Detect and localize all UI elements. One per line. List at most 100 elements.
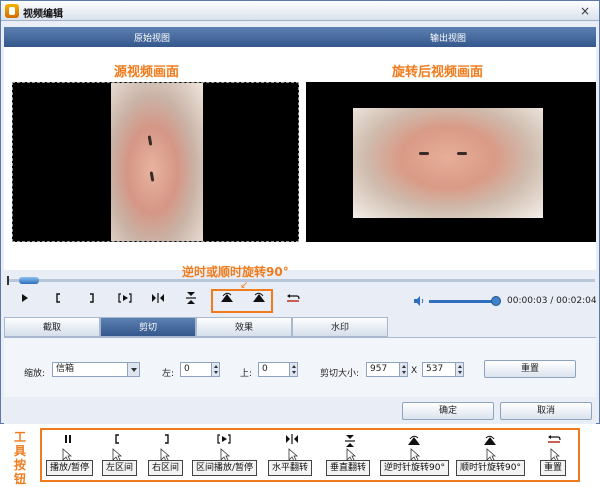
rotate-ccw-button[interactable] [217,291,237,311]
left-offset-spinner[interactable] [211,363,219,376]
app-icon [5,4,19,18]
right-bracket-icon [90,293,94,303]
dialog-footer: 确定 取消 [4,397,596,424]
top-offset-spinner[interactable] [289,363,297,376]
rotated-caption: 旋转后视频画面 [392,65,484,80]
top-offset-field[interactable]: 0 [258,362,298,377]
volume-icon[interactable] [413,295,425,307]
zoom-label: 缩放: [24,369,46,379]
left-bracket-icon [56,293,60,303]
chevron-down-icon[interactable] [127,363,139,376]
output-view-header: 输出视图 [430,34,467,44]
output-video-preview[interactable] [306,82,596,242]
rotate-cw-icon [253,292,265,302]
preview-area: 源视频画面 旋转后视频画面 [4,47,596,270]
flip-horizontal-icon [152,293,164,303]
crop-width-value: 957 [370,364,388,374]
legend-item: 右区间 [146,430,190,482]
tab-effects[interactable]: 效果 [196,317,292,337]
seek-track[interactable] [7,279,595,282]
top-offset-value: 0 [262,364,268,374]
tab-bar: 截取 剪切 效果 水印 [4,317,596,337]
seek-bar[interactable] [7,276,597,285]
volume-slider[interactable] [429,300,499,303]
right-range-button[interactable] [81,291,101,311]
rotate-ccw-icon [221,292,233,302]
toolbar-legend: 播放/暂停 左区间 右区间 区间播放/暂停 水平翻转 垂直翻转 逆时针旋转90°… [40,428,580,482]
legend-title: 工具按钮 [14,430,27,486]
legend-label: 垂直翻转 [326,460,371,476]
reset-icon [287,294,300,302]
source-video-preview[interactable] [12,82,299,242]
play-icon [22,294,28,302]
crop-height-spinner[interactable] [455,363,463,376]
tab-capture[interactable]: 截取 [4,317,100,337]
crop-width-field[interactable]: 957 [366,362,408,377]
play-range-icon [118,293,132,303]
legend-item: 逆时针旋转90° [380,430,454,482]
crop-height-value: 537 [426,364,444,374]
pause-icon [58,434,78,448]
tab-crop[interactable]: 剪切 [100,317,196,337]
ok-button[interactable]: 确定 [402,402,494,420]
legend-label: 水平翻转 [268,460,313,476]
timecode: 00:00:03 / 00:02:04 [507,296,597,306]
play-range-icon [214,434,234,448]
right-bracket-icon [156,434,176,448]
volume-thumb[interactable] [491,296,501,306]
crop-settings-panel: 缩放: 信箱 左: 0 上: 0 剪切大小: 957 X 537 重置 [4,337,596,397]
play-button[interactable] [15,291,35,311]
playback-controls: 00:00:03 / 00:02:04 [1,289,600,313]
title-bar: 视频编辑 × [1,1,599,21]
legend-item: 顺时针旋转90° [456,430,530,482]
tab-watermark[interactable]: 水印 [292,317,388,337]
view-headers: 原始视图 输出视图 [4,27,596,47]
flip-vertical-button[interactable] [181,291,201,311]
legend-label: 左区间 [102,460,138,476]
legend-label: 区间播放/暂停 [192,460,258,476]
cancel-button[interactable]: 取消 [500,402,592,420]
top-label: 上: [240,369,253,379]
seek-thumb[interactable] [19,277,39,284]
original-view-header: 原始视图 [134,34,171,44]
left-range-button[interactable] [49,291,69,311]
legend-item: 水平翻转 [266,430,322,482]
crop-width-spinner[interactable] [399,363,407,376]
crop-height-field[interactable]: 537 [422,362,464,377]
legend-label: 逆时针旋转90° [380,460,449,476]
reset-icon [544,434,564,448]
legend-item: 垂直翻转 [324,430,380,482]
source-video-frame [111,83,203,241]
reset-button[interactable] [283,291,303,311]
legend-item: 重置 [536,430,576,482]
seek-start-marker [7,276,9,285]
output-video-frame [353,108,543,218]
left-offset-field[interactable]: 0 [180,362,220,377]
zoom-select[interactable]: 信箱 [52,362,140,377]
legend-label: 重置 [540,460,567,476]
zoom-select-value: 信箱 [56,364,75,374]
left-offset-value: 0 [184,364,190,374]
close-button[interactable]: × [577,4,593,18]
crop-size-label: 剪切大小: [320,369,360,379]
video-edit-window: 视频编辑 × 原始视图 输出视图 源视频画面 旋转后视频画面 00:00:03 … [0,0,600,424]
window-title: 视频编辑 [23,9,63,20]
flip-vertical-icon [186,292,196,304]
legend-item: 播放/暂停 [46,430,96,482]
legend-item: 区间播放/暂停 [192,430,264,482]
rotate-hint-caption: 逆时或顺时旋转90° [182,265,289,279]
left-label: 左: [162,369,175,379]
legend-item: 左区间 [100,430,144,482]
left-bracket-icon [108,434,128,448]
legend-label: 顺时针旋转90° [456,460,525,476]
range-play-button[interactable] [115,291,135,311]
flip-horizontal-icon [282,434,302,448]
source-caption: 源视频画面 [114,65,180,80]
crop-reset-button[interactable]: 重置 [484,360,576,378]
flip-horizontal-button[interactable] [148,291,168,311]
rotate-cw-button[interactable] [249,291,269,311]
legend-label: 右区间 [148,460,184,476]
rotate-hint-arrow-icon: ↙ [240,280,249,291]
legend-label: 播放/暂停 [46,460,94,476]
crop-size-separator: X [411,366,418,376]
